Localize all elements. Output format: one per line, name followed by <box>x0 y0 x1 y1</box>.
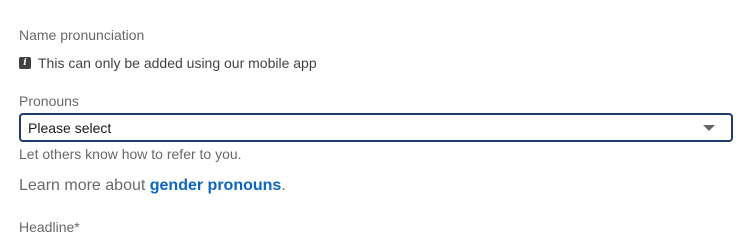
edit-intro-form: Name pronunciation i This can only be ad… <box>0 0 751 240</box>
gender-pronouns-link[interactable]: gender pronouns <box>150 177 282 194</box>
headline-label: Headline* <box>19 219 80 235</box>
name-pronunciation-label: Name pronunciation <box>19 27 145 43</box>
pronouns-select[interactable]: Please select <box>19 113 733 142</box>
pronouns-select-value: Please select <box>28 119 112 136</box>
pronouns-helper-text: Let others know how to refer to you. <box>19 146 242 162</box>
info-icon: i <box>19 57 31 69</box>
mobile-app-notice: i This can only be added using our mobil… <box>19 54 317 72</box>
learn-more-text: Learn more about gender pronouns. <box>19 176 286 196</box>
learn-more-prefix: Learn more about <box>19 177 150 194</box>
mobile-app-notice-text: This can only be added using our mobile … <box>38 55 317 71</box>
chevron-down-icon <box>703 125 715 131</box>
learn-more-suffix: . <box>281 177 286 194</box>
pronouns-label: Pronouns <box>19 93 79 109</box>
